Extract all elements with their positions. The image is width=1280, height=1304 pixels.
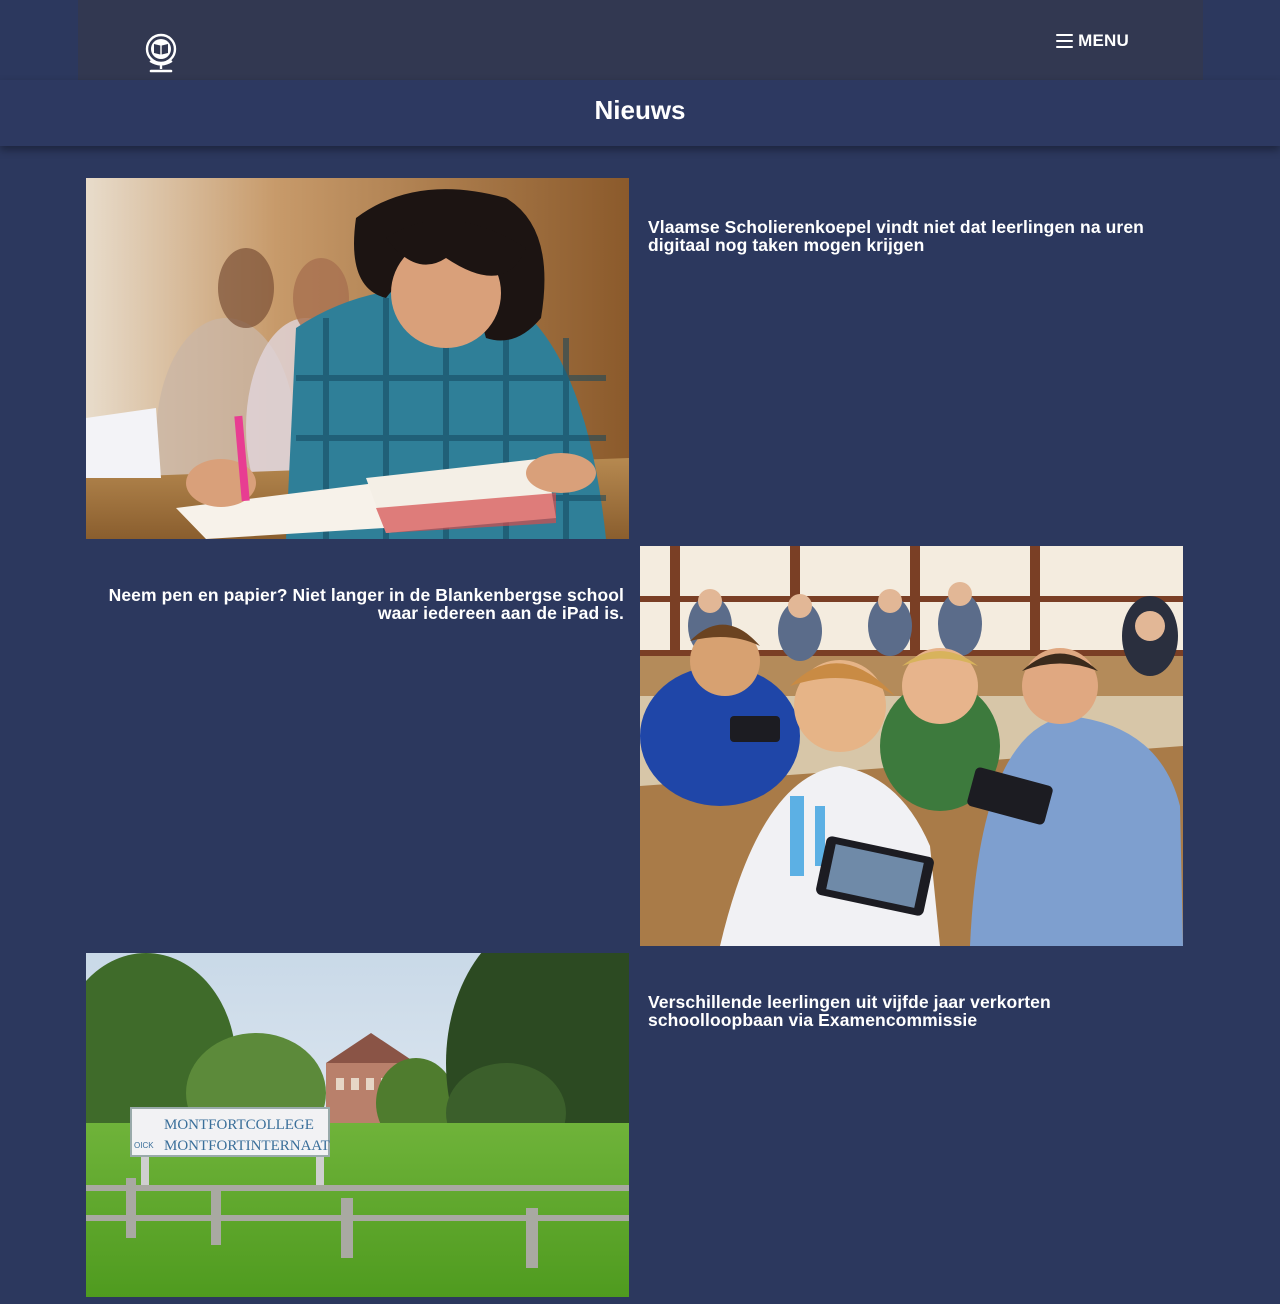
title-band: Nieuws <box>0 80 1280 146</box>
top-header: MENU <box>78 0 1203 80</box>
globe-book-icon[interactable] <box>144 32 178 74</box>
menu-label: MENU <box>1078 31 1129 50</box>
sign-text-abbrev: OICK <box>134 1141 154 1150</box>
montfortcollege-sign-photo[interactable]: MONTFORTCOLLEGE MONTFORTINTERNAAT OICK <box>86 953 629 1297</box>
student-writing-photo[interactable] <box>86 178 629 539</box>
sign-text-line-1: MONTFORTCOLLEGE <box>164 1117 314 1133</box>
hamburger-icon <box>1056 34 1074 48</box>
menu-button[interactable]: MENU <box>1056 30 1129 52</box>
news-headline[interactable]: Vlaamse Scholierenkoepel vindt niet dat … <box>648 218 1168 254</box>
news-headline[interactable]: Neem pen en papier? Niet langer in de Bl… <box>104 586 624 622</box>
page: MENU Nieuws Vlaamse Scholierenkoepel vin… <box>0 0 1280 1304</box>
news-headline[interactable]: Verschillende leerlingen uit vijfde jaar… <box>648 993 1168 1029</box>
page-title: Nieuws <box>594 94 686 125</box>
sign-text-line-2: MONTFORTINTERNAAT <box>164 1138 330 1154</box>
classroom-ipad-photo[interactable] <box>640 546 1183 946</box>
